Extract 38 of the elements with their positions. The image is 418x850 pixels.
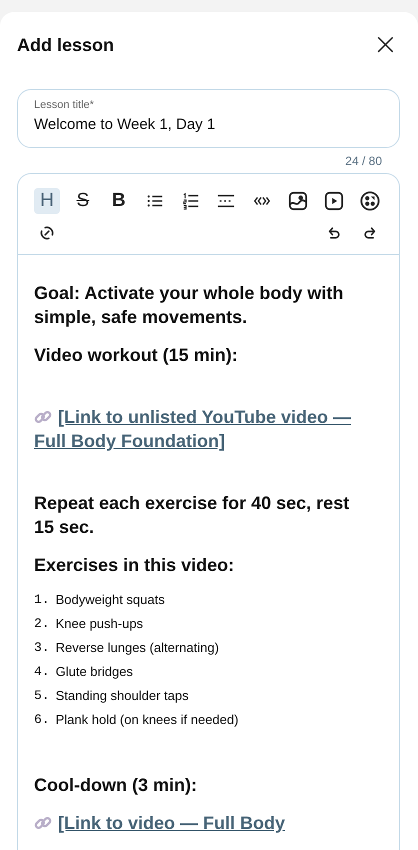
list-number: 2.	[34, 615, 50, 633]
content-heading: Video workout (15 min):	[34, 344, 239, 367]
list-item: Bodyweight squats	[56, 591, 165, 609]
bold-tool-button[interactable]: B	[106, 188, 132, 214]
redo-icon	[362, 225, 378, 241]
strike-tool-button[interactable]: S	[70, 188, 96, 214]
list-item: Reverse lunges (alternating)	[56, 639, 219, 657]
list-item: Glute bridges	[56, 663, 133, 681]
list-number: 4.	[34, 663, 50, 681]
numbered-list-icon	[182, 192, 200, 210]
content-heading: Exercises in this video:	[34, 554, 236, 577]
chain-link-icon	[34, 408, 52, 426]
embed-icon	[360, 191, 380, 211]
divider-icon	[217, 192, 236, 210]
undo-icon	[326, 225, 342, 241]
content-heading: Repeat each exercise for 40 sec, rest 15 sec.	[34, 492, 350, 539]
list-item: Standing shoulder taps	[56, 687, 189, 705]
heading-tool-button[interactable]: H	[34, 188, 60, 214]
dialog-title: Add lesson	[17, 34, 114, 56]
chain-link-icon	[34, 814, 52, 832]
video-link[interactable]: [Link to unlisted YouTube video — Full Body Foundation]	[34, 405, 373, 453]
list-number: 5.	[34, 687, 50, 705]
video-link[interactable]: [Link to video — Full Body	[34, 811, 373, 835]
link-icon	[38, 224, 56, 242]
lesson-title-field[interactable]: Lesson title* Welcome to Week 1, Day 1	[17, 89, 400, 148]
character-counter: 24 / 80	[344, 153, 383, 170]
list-item: Plank hold (on knees if needed)	[56, 711, 238, 729]
list-item: Knee push-ups	[56, 615, 144, 633]
content-heading: Goal: Activate your whole body with simple, safe movements.	[34, 282, 344, 329]
list-number: 3.	[34, 639, 50, 657]
list-number: 6.	[34, 711, 50, 729]
list-number: 1.	[34, 591, 50, 609]
play-icon	[324, 191, 344, 211]
field-label: Lesson title*	[34, 99, 95, 111]
close-button[interactable]: ×	[370, 30, 400, 60]
image-icon	[288, 191, 308, 211]
field-value: Welcome to Week 1, Day 1	[34, 116, 216, 133]
content-heading: Cool-down (3 min):	[34, 774, 198, 797]
